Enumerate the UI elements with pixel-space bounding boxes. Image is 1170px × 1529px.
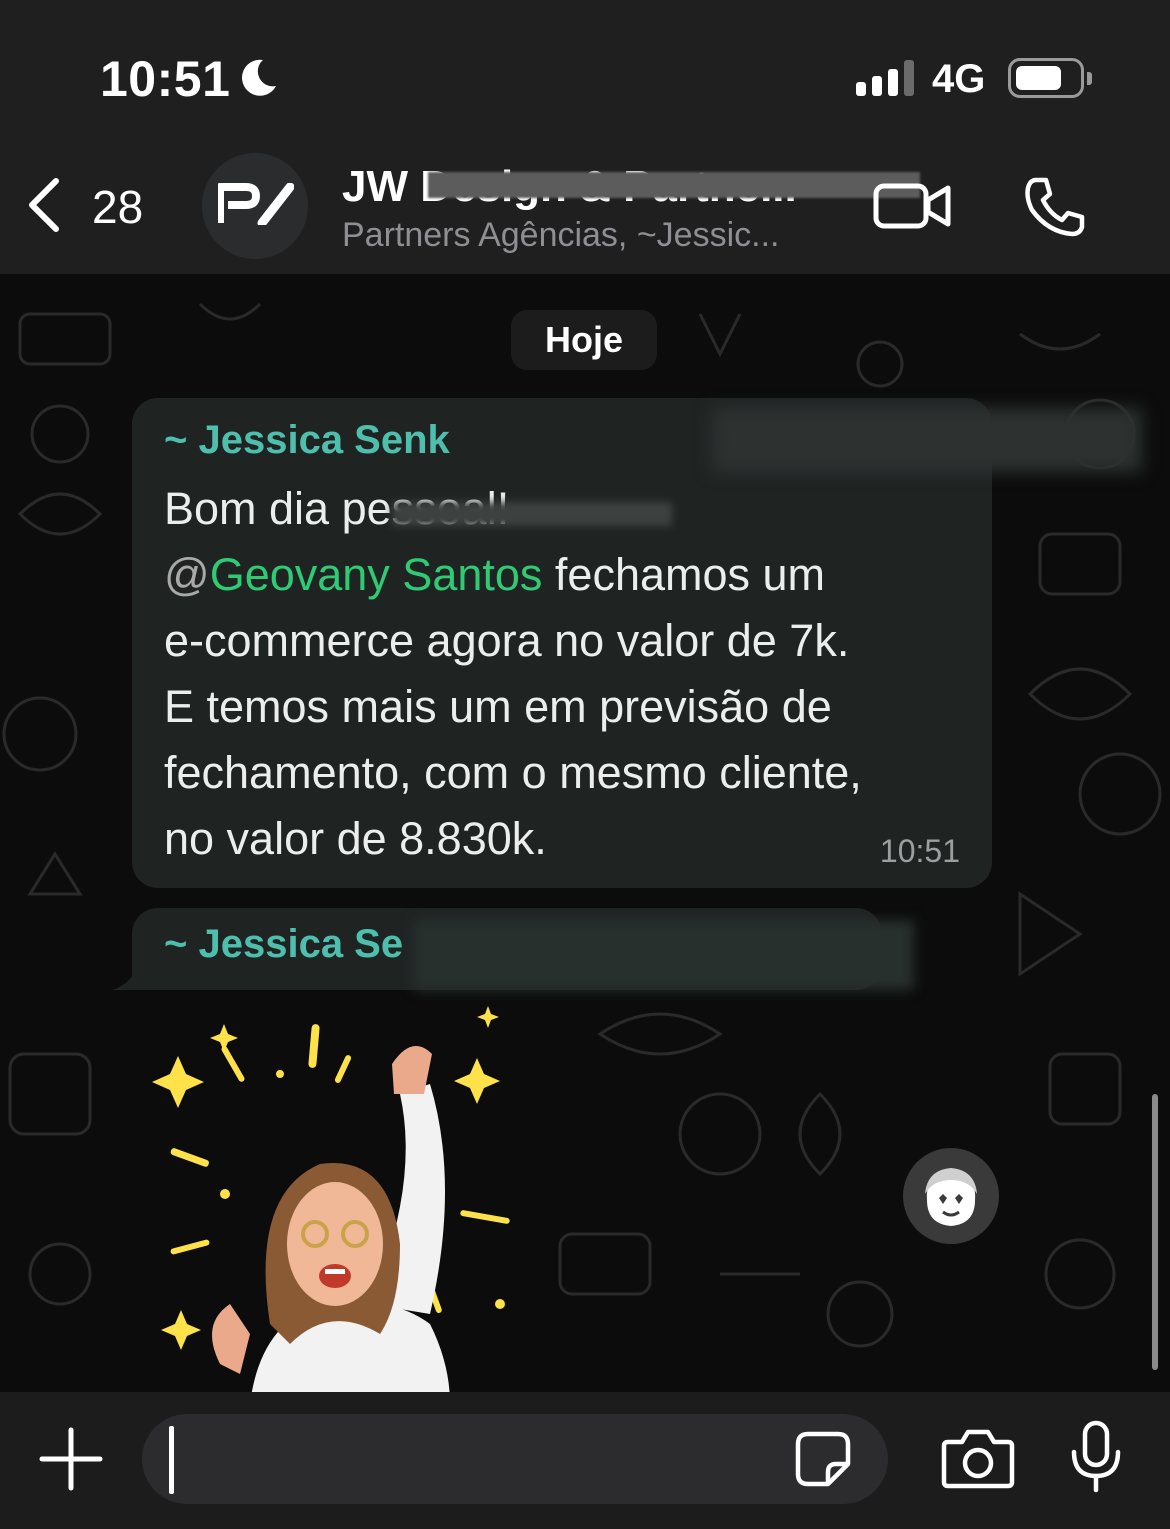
status-bar: 10:51 4G (0, 0, 1170, 150)
sticker-icon[interactable] (794, 1430, 852, 1488)
status-time: 10:51 (100, 51, 231, 107)
message-time: 10:51 (879, 833, 960, 869)
redaction-blur (712, 408, 1142, 472)
message-line: e-commerce agora no valor de 7k. (164, 615, 850, 666)
redaction-blur (392, 502, 672, 526)
group-members-subtitle[interactable]: Partners Agências, ~Jessic... (342, 216, 779, 255)
date-separator: Hoje (511, 310, 657, 370)
mention-link[interactable]: Geovany Santos (210, 549, 543, 600)
chat-area[interactable]: Hoje ~ Jessica Senk Bom dia pessoal! @Ge… (0, 274, 1170, 1392)
phone-call-icon[interactable] (1022, 174, 1088, 240)
plus-icon[interactable] (38, 1426, 104, 1492)
message-sender[interactable]: ~ Jessica Se (164, 922, 403, 967)
message-sender[interactable]: ~ Jessica Senk (164, 418, 450, 463)
message-line: fechamos um (554, 549, 826, 600)
message-composer (0, 1392, 1170, 1529)
mention-at-symbol: @ (164, 549, 210, 600)
back-chevron-icon[interactable] (18, 175, 78, 235)
text-caret (169, 1426, 174, 1494)
message-input[interactable] (178, 1426, 778, 1492)
message-bubble[interactable]: ~ Jessica Senk Bom dia pessoal! @Geovany… (132, 398, 1142, 888)
camera-icon[interactable] (940, 1426, 1016, 1490)
chat-scrollbar[interactable] (1152, 1094, 1158, 1370)
emoji-reaction-button[interactable] (903, 1148, 999, 1244)
message-line-mention: @Geovany Santos fechamos um (164, 542, 974, 608)
signal-icon (856, 60, 914, 96)
message-text: Bom dia pessoal! @Geovany Santos fechamo… (164, 476, 974, 872)
network-type: 4G (932, 57, 986, 101)
celebrating-woman-sticker-icon[interactable] (130, 1004, 550, 1392)
video-call-icon[interactable] (872, 178, 952, 234)
message-bubble[interactable]: ~ Jessica Se (132, 908, 914, 990)
top-bar: 10:51 4G 28 JW Design & Partne... (0, 0, 1170, 274)
chat-header: 28 JW Design & Partne... Partners Agênci… (0, 150, 1170, 274)
moon-icon (242, 59, 276, 96)
group-avatar[interactable] (202, 153, 308, 259)
message-line: E temos mais um em previsão de (164, 681, 832, 732)
battery-fill (1016, 66, 1061, 90)
battery-icon (1008, 58, 1092, 98)
message-line: no valor de 8.830k. (164, 813, 547, 864)
heart-eyes-face-icon (925, 1168, 977, 1226)
microphone-icon[interactable] (1068, 1420, 1124, 1494)
message-input-wrapper[interactable] (142, 1414, 888, 1504)
unread-back-count[interactable]: 28 (92, 180, 143, 234)
redaction-blur (414, 920, 914, 990)
message-line: fechamento, com o mesmo cliente, (164, 747, 862, 798)
redaction-bar (428, 172, 920, 198)
group-logo-icon (218, 183, 294, 225)
bubble-tail (112, 964, 138, 990)
